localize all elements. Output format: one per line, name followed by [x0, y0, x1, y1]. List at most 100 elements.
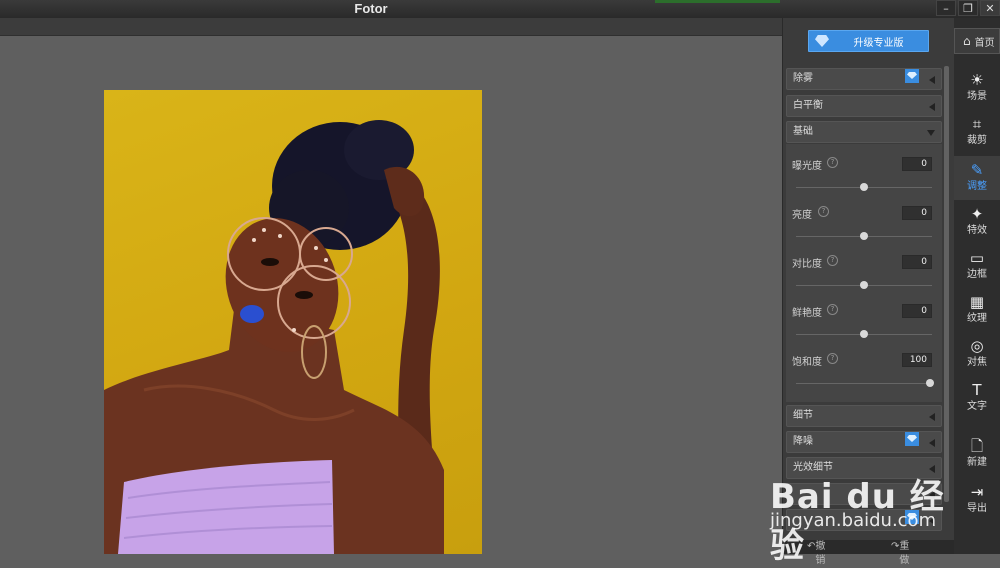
pro-diamond-icon: [905, 432, 919, 446]
adjustment-label: 对比度: [792, 259, 822, 270]
text-icon: T: [972, 381, 982, 399]
nav-effects[interactable]: ✦ 特效: [954, 200, 1000, 244]
nav-export-label: 导出: [967, 503, 987, 514]
section-dehaze[interactable]: 除雾: [786, 68, 942, 90]
section-basic-label: 基础: [793, 126, 813, 137]
pro-diamond-icon: [905, 510, 919, 524]
minimize-button[interactable]: –: [936, 0, 956, 16]
section-denoise-label: 降噪: [793, 436, 813, 447]
nav-text[interactable]: T 文字: [954, 376, 1000, 420]
section-denoise[interactable]: 降噪: [786, 431, 942, 453]
home-label: 首页: [974, 37, 995, 49]
nav-scene[interactable]: ☀ 场景: [954, 66, 1000, 110]
saturation-control: 饱和度 ? 100: [786, 353, 942, 401]
section-basic[interactable]: 基础: [786, 121, 942, 143]
pencil-icon: ✎: [970, 161, 984, 179]
nav-text-label: 文字: [967, 401, 987, 412]
contrast-control: 对比度 ? 0: [786, 255, 942, 303]
exposure-control: 曝光度 ? 0: [786, 157, 942, 205]
upgrade-pro-button[interactable]: 升级专业版: [808, 30, 929, 52]
basic-adjustments: 曝光度 ? 0 亮度 ? 0 对比度 ? 0 鲜艳度 ? 0 饱和度 ? 100: [786, 144, 942, 402]
help-icon[interactable]: ?: [827, 157, 838, 168]
help-icon[interactable]: ?: [827, 304, 838, 315]
nav-adjust-label: 调整: [967, 181, 987, 192]
maximize-button[interactable]: ❐: [958, 0, 978, 16]
nav-texture-label: 纹理: [967, 313, 987, 324]
adjustment-label: 亮度: [792, 210, 812, 221]
slider-handle[interactable]: [926, 379, 934, 387]
nav-frame[interactable]: ▭ 边框: [954, 244, 1000, 288]
sparkle-icon: ✦: [970, 205, 984, 223]
history-bar: ↶ 撤销 ↷ 重做: [783, 540, 955, 566]
close-button[interactable]: ✕: [980, 0, 1000, 16]
undo-button[interactable]: ↶ 撤销: [807, 540, 825, 566]
section-light-detail[interactable]: 光效细节: [786, 457, 942, 479]
nav-focus-label: 对焦: [967, 357, 987, 368]
adjustment-value-field[interactable]: 0: [902, 304, 932, 318]
section-light-detail-label: 光效细节: [793, 462, 833, 473]
slider-track[interactable]: [796, 383, 932, 384]
checker-icon: ▦: [969, 293, 985, 311]
nav-new[interactable]: 🗋 新建: [954, 432, 1000, 476]
sun-icon: ☀: [970, 71, 984, 89]
section-extra-pro[interactable]: [786, 509, 942, 531]
help-icon[interactable]: ?: [827, 255, 838, 266]
section-extra[interactable]: [786, 483, 942, 505]
adjustment-value-field[interactable]: 0: [902, 206, 932, 220]
slider-handle[interactable]: [860, 232, 868, 240]
home-button[interactable]: ⌂ 首页: [954, 28, 1000, 54]
nav-focus[interactable]: ◎ 对焦: [954, 332, 1000, 376]
slider-handle[interactable]: [860, 183, 868, 191]
crop-icon: ⌗: [972, 115, 982, 133]
pro-diamond-icon: [905, 69, 919, 83]
section-detail-label: 细节: [793, 410, 813, 421]
new-file-icon: 🗋: [970, 437, 984, 455]
undo-label: 撤销: [815, 541, 826, 566]
section-white-balance[interactable]: 白平衡: [786, 95, 942, 117]
adjustment-label: 饱和度: [792, 357, 822, 368]
slider-handle[interactable]: [860, 330, 868, 338]
chevron-left-icon: [929, 76, 935, 84]
portrait-illustration: [104, 120, 444, 554]
adjustment-label: 曝光度: [792, 161, 822, 172]
help-icon[interactable]: ?: [827, 353, 838, 364]
chevron-left-icon: [929, 517, 935, 525]
slider-handle[interactable]: [860, 281, 868, 289]
export-icon: ⇥: [970, 483, 984, 501]
adjustment-panel: 升级专业版 除雾 白平衡 基础 曝光度 ? 0 亮度 ? 0 对比度 ? 0 鲜…: [782, 18, 955, 566]
edited-photo[interactable]: [104, 90, 482, 554]
title-bar: Fotor – ❐ ✕: [0, 0, 1000, 18]
adjustment-value-field[interactable]: 0: [902, 157, 932, 171]
chevron-left-icon: [929, 413, 935, 421]
panel-scrollbar[interactable]: [944, 66, 949, 502]
focus-icon: ◎: [970, 337, 984, 355]
nav-effects-label: 特效: [967, 225, 987, 236]
app-title: Fotor: [354, 1, 388, 16]
chevron-down-icon: [927, 130, 935, 136]
nav-texture[interactable]: ▦ 纹理: [954, 288, 1000, 332]
adjustment-value-field[interactable]: 0: [902, 255, 932, 269]
window-controls: – ❐ ✕: [934, 0, 1000, 18]
help-icon[interactable]: ?: [818, 206, 829, 217]
chevron-left-icon: [929, 465, 935, 473]
adjustment-label: 鲜艳度: [792, 308, 822, 319]
nav-scene-label: 场景: [967, 91, 987, 102]
nav-export[interactable]: ⇥ 导出: [954, 478, 1000, 522]
redo-label: 重做: [899, 541, 910, 566]
nav-frame-label: 边框: [967, 269, 987, 280]
brightness-control: 亮度 ? 0: [786, 206, 942, 254]
chevron-left-icon: [929, 439, 935, 447]
redo-button[interactable]: ↷ 重做: [891, 540, 909, 566]
section-detail[interactable]: 细节: [786, 405, 942, 427]
canvas-toolbar: [0, 18, 782, 36]
upgrade-pro-label: 升级专业版: [853, 37, 904, 49]
vibrance-control: 鲜艳度 ? 0: [786, 304, 942, 352]
nav-crop[interactable]: ⌗ 裁剪: [954, 110, 1000, 154]
nav-crop-label: 裁剪: [967, 135, 987, 146]
adjustment-value-field[interactable]: 100: [902, 353, 932, 367]
section-dehaze-label: 除雾: [793, 73, 813, 84]
frame-icon: ▭: [969, 249, 985, 267]
nav-adjust[interactable]: ✎ 调整: [954, 156, 1000, 200]
diamond-icon: [815, 35, 829, 47]
home-icon: ⌂: [963, 34, 971, 48]
